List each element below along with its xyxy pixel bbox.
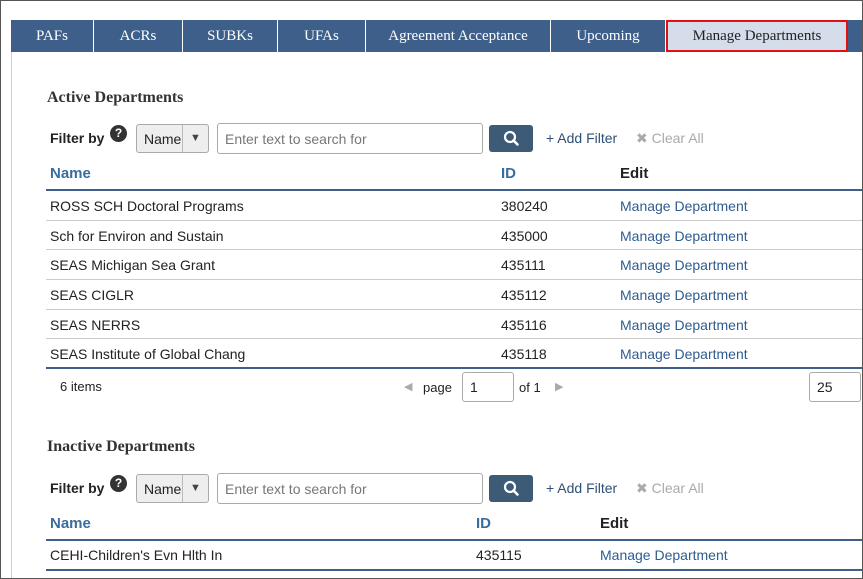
add-filter-button[interactable]: + Add Filter [546,480,617,496]
column-header-name[interactable]: Name [50,515,91,532]
filter-field-value: Name [144,481,182,497]
table-cell-name: SEAS CIGLR [50,287,135,303]
table-cell-name: SEAS NERRS [50,317,141,333]
column-header-id[interactable]: ID [501,165,516,182]
tab-upcoming[interactable]: Upcoming [551,20,666,52]
inactive-departments-title: Inactive Departments [47,438,195,455]
question-circle-icon[interactable]: ? [110,475,127,492]
table-cell-name: Sch for Environ and Sustain [50,228,224,244]
tab-acrs[interactable]: ACRs [94,20,183,52]
filter-field-select[interactable]: Name ▼ [136,124,209,153]
page-total: of 1 [519,380,541,395]
filter-field-select[interactable]: Name ▼ [136,474,209,503]
question-circle-icon[interactable]: ? [110,125,127,142]
table-cell-id: 435116 [501,317,547,333]
page-number-input[interactable]: 1 [462,372,514,402]
table-cell-id: 435118 [501,346,547,362]
row-divider [46,338,862,339]
caret-down-icon[interactable]: ▼ [182,475,208,502]
table-footer-divider [46,367,862,369]
filter-label: Filter by [50,480,105,496]
manage-department-link[interactable]: Manage Department [600,547,728,563]
prev-page-icon[interactable]: ◀ [404,380,412,393]
table-cell-name: ROSS SCH Doctoral Programs [50,198,244,214]
clear-all-button[interactable]: ✖ Clear All [636,480,704,497]
tab-agreement-acceptance[interactable]: Agreement Acceptance [366,20,551,52]
manage-department-link[interactable]: Manage Department [620,198,748,214]
table-cell-id: 435111 [501,257,546,273]
main-content: Active Departments Filter by ? Name ▼ + … [11,52,862,578]
column-header-edit: Edit [600,515,629,532]
manage-department-link[interactable]: Manage Department [620,228,748,244]
add-filter-button[interactable]: + Add Filter [546,130,617,146]
tab-bar: PAFs ACRs SUBKs UFAs Agreement Acceptanc… [11,20,862,52]
table-cell-id: 435000 [501,228,548,244]
manage-department-link[interactable]: Manage Department [620,317,748,333]
caret-down-icon[interactable]: ▼ [182,125,208,152]
table-footer-divider [46,569,862,571]
table-cell-name: SEAS Michigan Sea Grant [50,257,215,273]
column-header-name[interactable]: Name [50,165,91,182]
table-cell-name: SEAS Institute of Global Chang [50,346,246,362]
table-cell-id: 435112 [501,287,547,303]
row-divider [46,249,862,250]
row-divider [46,220,862,221]
clear-all-button[interactable]: ✖ Clear All [636,130,704,147]
page-size-input[interactable]: 25 [809,372,861,402]
row-divider [46,279,862,280]
column-header-id[interactable]: ID [476,515,491,532]
filter-field-value: Name [144,131,182,147]
table-header-divider [46,189,862,191]
row-divider [46,309,862,310]
tab-pafs[interactable]: PAFs [11,20,94,52]
magnifier-icon [503,130,519,146]
app-frame: PAFs ACRs SUBKs UFAs Agreement Acceptanc… [0,0,863,579]
active-departments-title: Active Departments [47,89,184,106]
manage-department-link[interactable]: Manage Department [620,287,748,303]
table-header-divider [46,539,862,541]
tab-subks[interactable]: SUBKs [183,20,278,52]
search-input[interactable] [217,123,483,154]
item-count: 6 items [60,379,102,394]
next-page-icon[interactable]: ▶ [555,380,563,393]
manage-department-link[interactable]: Manage Department [620,257,748,273]
tab-manage-departments[interactable]: Manage Departments [666,20,848,52]
search-input[interactable] [217,473,483,504]
page-label: page [423,380,452,395]
magnifier-icon [503,480,519,496]
table-cell-name: CEHI-Children's Evn Hlth In [50,547,223,563]
filter-label: Filter by [50,130,105,146]
manage-department-link[interactable]: Manage Department [620,346,748,362]
table-cell-id: 435115 [476,547,522,563]
table-cell-id: 380240 [501,198,548,214]
column-header-edit: Edit [620,165,649,182]
search-button[interactable] [489,125,533,152]
search-button[interactable] [489,475,533,502]
tab-ufas[interactable]: UFAs [278,20,366,52]
